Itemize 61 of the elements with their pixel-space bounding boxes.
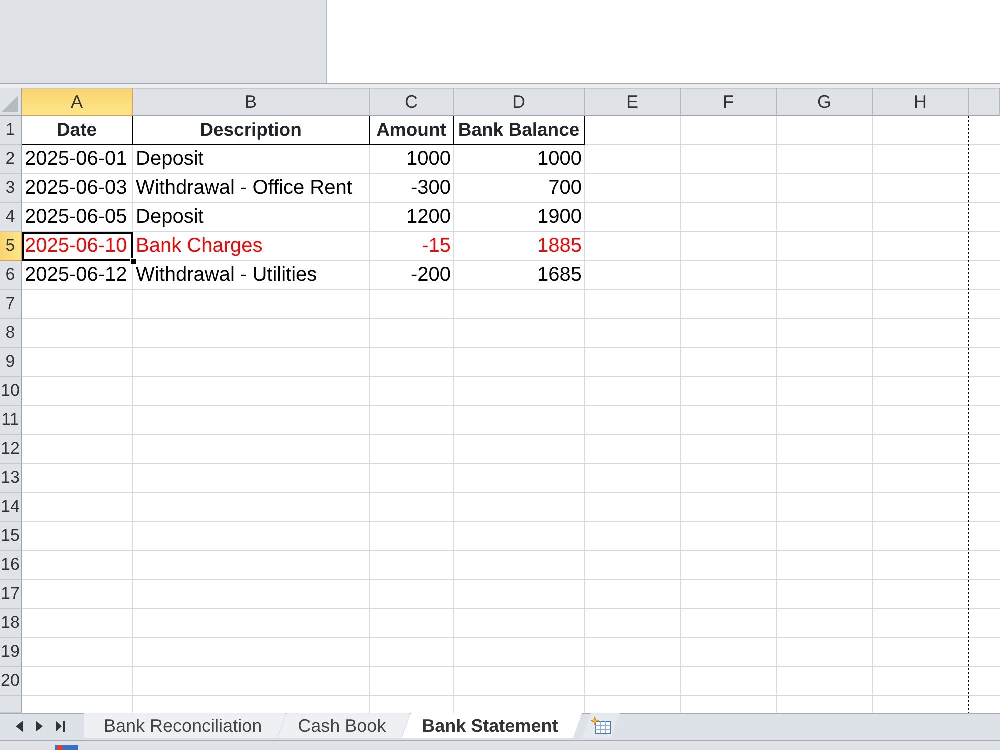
table-heading[interactable]: Date	[22, 116, 133, 145]
fill-handle-icon[interactable]	[130, 258, 137, 265]
sheet-tab[interactable]: Cash Book	[278, 713, 410, 738]
row-header[interactable]: 11	[0, 406, 22, 435]
table-cell[interactable]: 1885	[454, 232, 585, 261]
row-header[interactable]: 8	[0, 319, 22, 348]
table-cell[interactable]: 1000	[370, 145, 454, 174]
table-cell[interactable]: 2025-06-05	[22, 203, 133, 232]
table-cell[interactable]: 1200	[370, 203, 454, 232]
row-header[interactable]: 10	[0, 377, 22, 406]
column-header[interactable]: B	[133, 88, 370, 116]
table-cell[interactable]: Withdrawal - Utilities	[133, 261, 370, 290]
table-cell[interactable]: 1000	[454, 145, 585, 174]
row-header[interactable]: 6	[0, 261, 22, 290]
last-arrow-icon[interactable]	[56, 721, 65, 732]
row-header[interactable]: 7	[0, 290, 22, 319]
column-header[interactable]: C	[370, 88, 454, 116]
table-cell[interactable]: -300	[370, 174, 454, 203]
insert-sheet-tab[interactable]	[582, 713, 620, 738]
row-header[interactable]: 14	[0, 493, 22, 522]
table-heading[interactable]: Description	[133, 116, 370, 145]
table-cell[interactable]: 700	[454, 174, 585, 203]
column-header[interactable]: D	[454, 88, 585, 116]
table-cell[interactable]: 1900	[454, 203, 585, 232]
column-header[interactable]: F	[681, 88, 777, 116]
table-cell[interactable]: 2025-06-12	[22, 261, 133, 290]
sheet-tab[interactable]: Bank Statement	[402, 713, 582, 738]
row-header[interactable]: 2	[0, 145, 22, 174]
row-header[interactable]: 13	[0, 464, 22, 493]
table-cell[interactable]: -15	[370, 232, 454, 261]
table-cell[interactable]: Deposit	[133, 145, 370, 174]
table-cell[interactable]: Bank Charges	[133, 232, 370, 261]
table-cell[interactable]: 1685	[454, 261, 585, 290]
table-cell[interactable]: -200	[370, 261, 454, 290]
table-cell[interactable]: 2025-06-01	[22, 145, 133, 174]
right-arrow-icon[interactable]	[36, 721, 43, 732]
row-header[interactable]: 16	[0, 551, 22, 580]
row-header[interactable]: 12	[0, 435, 22, 464]
sheet-sparkle-icon	[591, 717, 612, 734]
row-header[interactable]: 20	[0, 667, 22, 696]
column-header[interactable]: G	[777, 88, 873, 116]
table-heading[interactable]: Amount	[370, 116, 454, 145]
row-header[interactable]: 18	[0, 609, 22, 638]
row-header[interactable]: 9	[0, 348, 22, 377]
row-header[interactable]: 19	[0, 638, 22, 667]
sheet-tab[interactable]: Bank Reconciliation	[84, 713, 286, 738]
column-header[interactable]: E	[585, 88, 681, 116]
row-header[interactable]: 1	[0, 116, 22, 145]
table-cell[interactable]: Deposit	[133, 203, 370, 232]
row-header[interactable]: 17	[0, 580, 22, 609]
row-header[interactable]: 3	[0, 174, 22, 203]
table-cell[interactable]: Withdrawal - Office Rent	[133, 174, 370, 203]
left-arrow-icon[interactable]	[16, 721, 23, 732]
row-header[interactable]: 15	[0, 522, 22, 551]
row-header[interactable]: 4	[0, 203, 22, 232]
table-cell[interactable]: 2025-06-03	[22, 174, 133, 203]
row-header[interactable]: 5	[0, 232, 22, 261]
table-cell[interactable]: 2025-06-10	[22, 232, 133, 261]
column-header[interactable]: A	[22, 88, 133, 116]
column-header[interactable]: H	[873, 88, 969, 116]
table-heading[interactable]: Bank Balance	[454, 116, 585, 145]
